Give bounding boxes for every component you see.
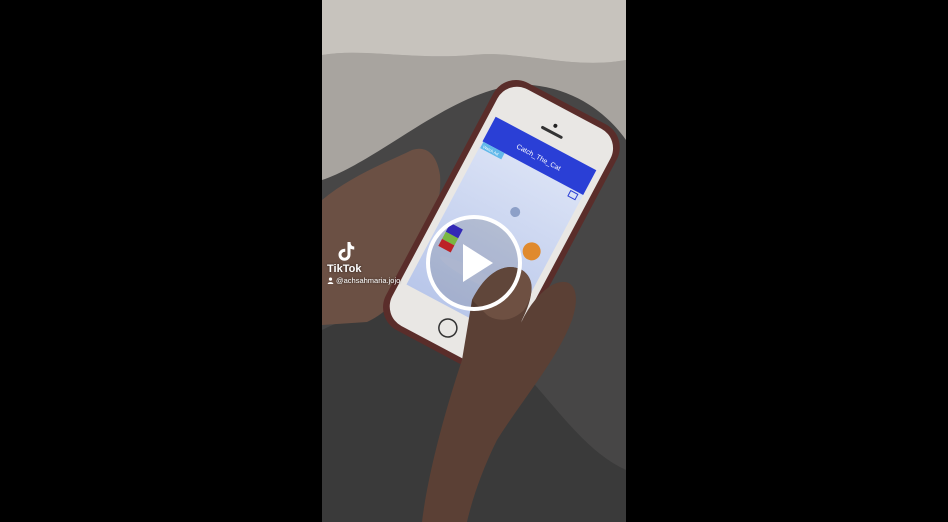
tiktok-logo-icon — [338, 242, 355, 261]
creator-username[interactable]: @achsahmaria.jojo — [327, 276, 417, 285]
tiktok-watermark: TikTok @achsahmaria.jojo — [327, 240, 417, 285]
play-button[interactable] — [426, 215, 522, 311]
user-icon — [327, 277, 334, 284]
username-label: @achsahmaria.jojo — [336, 276, 401, 285]
tiktok-brand-label: TikTok — [327, 263, 362, 275]
play-icon — [463, 244, 493, 282]
